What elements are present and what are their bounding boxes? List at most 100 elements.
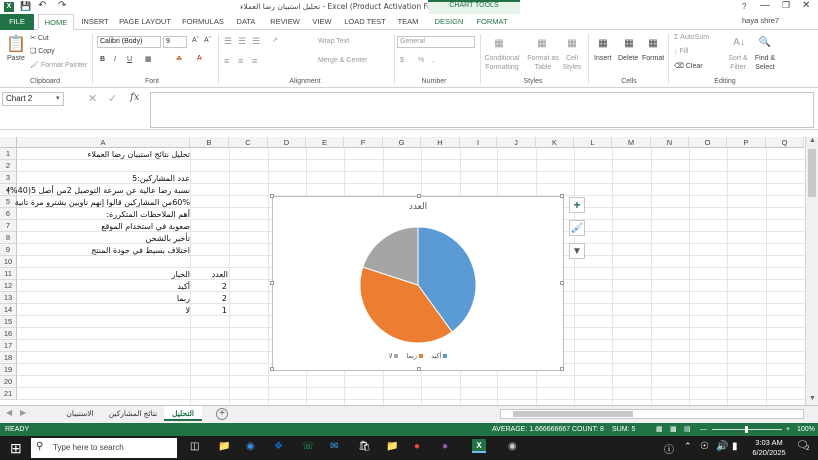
windows-start-icon[interactable]: ⊞ [10, 440, 22, 457]
conditional-formatting-icon[interactable]: ▦ [490, 34, 508, 52]
tab-home[interactable]: HOME [38, 14, 74, 30]
name-box-dropdown-icon[interactable]: ▾ [56, 94, 60, 102]
font-color-icon[interactable]: A [197, 55, 202, 62]
vertical-scroll-thumb[interactable] [808, 149, 816, 197]
cell-a8[interactable]: تأخير بالشحن [17, 234, 190, 243]
fill-color-icon[interactable]: ☘ [176, 55, 182, 63]
new-sheet-plus-icon[interactable]: + [216, 408, 228, 420]
vertical-scrollbar[interactable]: ▲ ▼ [805, 137, 818, 405]
resize-handle[interactable] [560, 194, 564, 198]
column-header-d[interactable]: D [268, 137, 306, 148]
sheet-tab-analysis[interactable]: التحليل [164, 406, 202, 421]
cell-a4[interactable]: نسبة رضا عالية عن سرعة التوصيل 2من أصل 5… [7, 186, 190, 195]
zoom-out-icon[interactable]: — [700, 423, 707, 436]
pie-plot[interactable] [273, 197, 563, 370]
page-break-view-icon[interactable]: ▤ [684, 423, 691, 436]
column-header-o[interactable]: O [689, 137, 727, 148]
select-all-corner[interactable] [0, 137, 17, 148]
legend-item[interactable]: لا [389, 352, 399, 360]
borders-icon[interactable]: ▦ [145, 55, 152, 63]
shrink-font-icon[interactable]: Aˆ [204, 37, 211, 44]
row-header-8[interactable]: 8 [0, 232, 17, 244]
find-select-button[interactable]: Find & Select [752, 54, 778, 72]
wifi-icon[interactable]: ☉ [700, 441, 709, 452]
cell-a14[interactable]: لا [17, 306, 190, 315]
chart-legend[interactable]: أكيد ربما لا [273, 352, 563, 360]
save-icon[interactable]: 💾 [20, 1, 31, 12]
task-view-icon[interactable]: ◫ [190, 441, 199, 452]
file-explorer-icon[interactable]: 📁 [218, 441, 230, 452]
align-left-icon[interactable]: ≡ [224, 56, 229, 66]
clock-date[interactable]: 6/20/2025 [748, 448, 790, 457]
orientation-icon[interactable]: ⇗ [272, 36, 278, 44]
normal-view-icon[interactable]: ▦ [656, 423, 663, 436]
tab-team[interactable]: TEAM [392, 14, 424, 30]
edge-icon[interactable]: ◉ [246, 441, 255, 452]
cell-a1[interactable]: تحليل نتائج استبيان رضا العملاء [17, 150, 190, 159]
cell-a3[interactable]: عدد المشاركين:5 [17, 174, 190, 183]
cell-a6[interactable]: أهم الملاحظات المتكررة: [17, 210, 190, 219]
font-name-select[interactable]: Calibri (Body) [97, 36, 161, 48]
store-icon[interactable]: 🛍 [358, 441, 371, 452]
cell-a13[interactable]: ربما [17, 294, 190, 303]
pie-chart[interactable]: العدد أكيد ربما لا [270, 194, 564, 371]
align-bottom-icon[interactable]: ☰ [252, 36, 260, 47]
cell-a12[interactable]: أكيد [17, 282, 190, 291]
sheet-tab-participants[interactable]: نتائج المشاركين [104, 406, 162, 421]
excel-taskbar-icon[interactable]: X [472, 439, 486, 453]
column-header-p[interactable]: P [727, 137, 766, 148]
grow-font-icon[interactable]: Aˇ [192, 37, 199, 44]
whatsapp-icon[interactable]: ☏ [302, 441, 315, 452]
confirm-entry-icon[interactable]: ✓ [108, 92, 117, 105]
tab-review[interactable]: REVIEW [266, 14, 304, 30]
page-layout-view-icon[interactable]: ▩ [670, 423, 677, 436]
cell-a7[interactable]: صعوبة في استخدام الموقع [17, 222, 190, 231]
column-header-b[interactable]: B [190, 137, 229, 148]
cell-b12[interactable]: 2 [190, 282, 227, 291]
row-header-10[interactable]: 10 [0, 256, 17, 268]
cell-b14[interactable]: 1 [190, 306, 227, 315]
undo-icon[interactable]: ↶ [38, 0, 46, 11]
sort-filter-icon[interactable]: A↓ [730, 34, 748, 50]
dropbox-icon[interactable]: ❖ [274, 441, 283, 452]
cut-button[interactable]: ✂ Cut [30, 34, 49, 42]
chart-elements-plus-icon[interactable]: + [569, 197, 585, 213]
paste-button[interactable]: Paste [7, 55, 25, 62]
tab-file[interactable]: FILE [0, 14, 34, 30]
bold-button[interactable]: B [100, 56, 105, 63]
app-icon[interactable]: ● [414, 441, 420, 452]
row-header-13[interactable]: 13 [0, 292, 17, 304]
align-right-icon[interactable]: ≡ [252, 56, 257, 66]
font-size-select[interactable]: 9 [163, 36, 187, 48]
column-header-e[interactable]: E [306, 137, 344, 148]
format-cells-icon[interactable]: ▦ [644, 34, 662, 52]
cell-a5[interactable]: 60%من المشاركين قالوا إنهم ناويين يشترو … [15, 198, 190, 207]
next-sheet-icon[interactable]: ▶ [20, 408, 26, 417]
row-header-21[interactable]: 21 [0, 388, 17, 400]
conditional-formatting-button[interactable]: Conditional Formatting [483, 54, 521, 72]
horizontal-scroll-thumb[interactable] [513, 411, 633, 417]
autosum-button[interactable]: Σ AutoSum [674, 34, 709, 41]
row-header-20[interactable]: 20 [0, 376, 17, 388]
delete-cells-button[interactable]: Delete [618, 55, 638, 62]
align-middle-icon[interactable]: ☰ [238, 36, 246, 47]
number-format-select[interactable]: General [397, 36, 475, 48]
resize-handle[interactable] [417, 194, 421, 198]
format-as-table-icon[interactable]: ▦ [533, 34, 551, 52]
help-button[interactable]: ? [742, 2, 746, 11]
resize-handle[interactable] [560, 281, 564, 285]
restore-icon[interactable]: ❐ [782, 0, 790, 11]
insert-cells-button[interactable]: Insert [594, 55, 612, 62]
column-header-h[interactable]: H [421, 137, 460, 148]
comma-button[interactable]: , [432, 57, 434, 64]
fill-button[interactable]: ↓ Fill [674, 48, 688, 55]
zoom-in-icon[interactable]: + [786, 423, 790, 436]
resize-handle[interactable] [417, 367, 421, 371]
app-icon[interactable]: ● [442, 441, 448, 452]
cell-a11[interactable]: الخيار [17, 270, 190, 279]
cell-styles-button[interactable]: Cell Styles [560, 54, 584, 72]
volume-icon[interactable]: 🔊 [716, 441, 728, 452]
tab-data[interactable]: DATA [232, 14, 260, 30]
currency-button[interactable]: $ [400, 57, 404, 64]
redo-icon[interactable]: ↷ [58, 0, 66, 11]
